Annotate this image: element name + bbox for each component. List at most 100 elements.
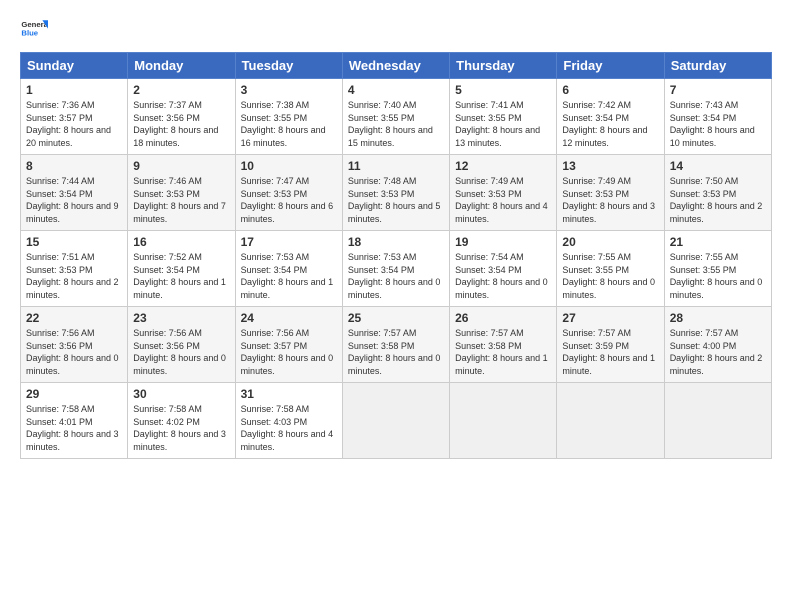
day-number: 28 <box>670 311 766 325</box>
calendar-cell: 8 Sunrise: 7:44 AMSunset: 3:54 PMDaylight… <box>21 155 128 231</box>
day-number: 18 <box>348 235 444 249</box>
day-number: 16 <box>133 235 229 249</box>
day-number: 1 <box>26 83 122 97</box>
calendar-cell: 5 Sunrise: 7:41 AMSunset: 3:55 PMDaylight… <box>450 79 557 155</box>
calendar-cell: 9 Sunrise: 7:46 AMSunset: 3:53 PMDaylight… <box>128 155 235 231</box>
day-info: Sunrise: 7:56 AMSunset: 3:57 PMDaylight:… <box>241 327 337 377</box>
weekday-header-saturday: Saturday <box>664 53 771 79</box>
day-info: Sunrise: 7:58 AMSunset: 4:02 PMDaylight:… <box>133 403 229 453</box>
calendar-cell: 28 Sunrise: 7:57 AMSunset: 4:00 PMDayligh… <box>664 307 771 383</box>
day-info: Sunrise: 7:42 AMSunset: 3:54 PMDaylight:… <box>562 99 658 149</box>
day-info: Sunrise: 7:52 AMSunset: 3:54 PMDaylight:… <box>133 251 229 301</box>
day-number: 31 <box>241 387 337 401</box>
weekday-header-thursday: Thursday <box>450 53 557 79</box>
calendar-cell: 1 Sunrise: 7:36 AMSunset: 3:57 PMDaylight… <box>21 79 128 155</box>
day-info: Sunrise: 7:57 AMSunset: 3:58 PMDaylight:… <box>455 327 551 377</box>
weekday-header-friday: Friday <box>557 53 664 79</box>
logo-icon: GeneralBlue <box>20 16 48 44</box>
day-info: Sunrise: 7:58 AMSunset: 4:01 PMDaylight:… <box>26 403 122 453</box>
calendar-cell: 11 Sunrise: 7:48 AMSunset: 3:53 PMDayligh… <box>342 155 449 231</box>
svg-text:Blue: Blue <box>21 29 38 38</box>
day-info: Sunrise: 7:40 AMSunset: 3:55 PMDaylight:… <box>348 99 444 149</box>
day-info: Sunrise: 7:44 AMSunset: 3:54 PMDaylight:… <box>26 175 122 225</box>
calendar-cell: 19 Sunrise: 7:54 AMSunset: 3:54 PMDayligh… <box>450 231 557 307</box>
calendar-cell: 10 Sunrise: 7:47 AMSunset: 3:53 PMDayligh… <box>235 155 342 231</box>
calendar-cell: 29 Sunrise: 7:58 AMSunset: 4:01 PMDayligh… <box>21 383 128 459</box>
calendar-cell: 27Sunrise: 7:57 AMSunset: 3:59 PMDayligh… <box>557 307 664 383</box>
calendar-cell: 21 Sunrise: 7:55 AMSunset: 3:55 PMDayligh… <box>664 231 771 307</box>
calendar-cell: 23 Sunrise: 7:56 AMSunset: 3:56 PMDayligh… <box>128 307 235 383</box>
calendar-cell <box>557 383 664 459</box>
calendar-cell <box>664 383 771 459</box>
day-info: Sunrise: 7:46 AMSunset: 3:53 PMDaylight:… <box>133 175 229 225</box>
day-info: Sunrise: 7:57 AMSunset: 4:00 PMDaylight:… <box>670 327 766 377</box>
calendar-cell <box>450 383 557 459</box>
day-info: Sunrise: 7:55 AMSunset: 3:55 PMDaylight:… <box>670 251 766 301</box>
day-number: 19 <box>455 235 551 249</box>
calendar-cell: 4 Sunrise: 7:40 AMSunset: 3:55 PMDaylight… <box>342 79 449 155</box>
calendar-cell: 26 Sunrise: 7:57 AMSunset: 3:58 PMDayligh… <box>450 307 557 383</box>
day-info: Sunrise: 7:51 AMSunset: 3:53 PMDaylight:… <box>26 251 122 301</box>
day-number: 2 <box>133 83 229 97</box>
day-number: 20 <box>562 235 658 249</box>
day-info: Sunrise: 7:49 AMSunset: 3:53 PMDaylight:… <box>455 175 551 225</box>
day-info: Sunrise: 7:36 AMSunset: 3:57 PMDaylight:… <box>26 99 122 149</box>
day-number: 4 <box>348 83 444 97</box>
day-info: Sunrise: 7:56 AMSunset: 3:56 PMDaylight:… <box>26 327 122 377</box>
calendar-week-2: 8 Sunrise: 7:44 AMSunset: 3:54 PMDaylight… <box>21 155 772 231</box>
day-info: Sunrise: 7:53 AMSunset: 3:54 PMDaylight:… <box>348 251 444 301</box>
day-number: 5 <box>455 83 551 97</box>
calendar-cell: 13 Sunrise: 7:49 AMSunset: 3:53 PMDayligh… <box>557 155 664 231</box>
day-info: Sunrise: 7:55 AMSunset: 3:55 PMDaylight:… <box>562 251 658 301</box>
calendar-cell: 15 Sunrise: 7:51 AMSunset: 3:53 PMDayligh… <box>21 231 128 307</box>
day-number: 29 <box>26 387 122 401</box>
header: GeneralBlue <box>20 16 772 44</box>
day-number: 8 <box>26 159 122 173</box>
logo: GeneralBlue <box>20 16 48 44</box>
day-number: 14 <box>670 159 766 173</box>
calendar-cell: 17Sunrise: 7:53 AMSunset: 3:54 PMDayligh… <box>235 231 342 307</box>
day-number: 23 <box>133 311 229 325</box>
day-info: Sunrise: 7:47 AMSunset: 3:53 PMDaylight:… <box>241 175 337 225</box>
calendar-week-5: 29 Sunrise: 7:58 AMSunset: 4:01 PMDayligh… <box>21 383 772 459</box>
day-number: 10 <box>241 159 337 173</box>
day-number: 26 <box>455 311 551 325</box>
calendar-cell: 6 Sunrise: 7:42 AMSunset: 3:54 PMDaylight… <box>557 79 664 155</box>
weekday-header-monday: Monday <box>128 53 235 79</box>
calendar-cell: 2Sunrise: 7:37 AMSunset: 3:56 PMDaylight… <box>128 79 235 155</box>
day-number: 11 <box>348 159 444 173</box>
calendar-week-1: 1 Sunrise: 7:36 AMSunset: 3:57 PMDaylight… <box>21 79 772 155</box>
calendar-cell: 20 Sunrise: 7:55 AMSunset: 3:55 PMDayligh… <box>557 231 664 307</box>
calendar-cell <box>342 383 449 459</box>
day-number: 3 <box>241 83 337 97</box>
calendar-cell: 30 Sunrise: 7:58 AMSunset: 4:02 PMDayligh… <box>128 383 235 459</box>
weekday-header-row: SundayMondayTuesdayWednesdayThursdayFrid… <box>21 53 772 79</box>
day-info: Sunrise: 7:56 AMSunset: 3:56 PMDaylight:… <box>133 327 229 377</box>
day-number: 9 <box>133 159 229 173</box>
day-number: 7 <box>670 83 766 97</box>
day-info: Sunrise: 7:41 AMSunset: 3:55 PMDaylight:… <box>455 99 551 149</box>
day-info: Sunrise: 7:48 AMSunset: 3:53 PMDaylight:… <box>348 175 444 225</box>
day-info: Sunrise: 7:43 AMSunset: 3:54 PMDaylight:… <box>670 99 766 149</box>
calendar-week-4: 22 Sunrise: 7:56 AMSunset: 3:56 PMDayligh… <box>21 307 772 383</box>
day-info: Sunrise: 7:57 AMSunset: 3:58 PMDaylight:… <box>348 327 444 377</box>
weekday-header-wednesday: Wednesday <box>342 53 449 79</box>
day-info: Sunrise: 7:38 AMSunset: 3:55 PMDaylight:… <box>241 99 337 149</box>
day-info: Sunrise: 7:54 AMSunset: 3:54 PMDaylight:… <box>455 251 551 301</box>
day-number: 22 <box>26 311 122 325</box>
day-info: Sunrise: 7:57 AMSunset: 3:59 PMDaylight:… <box>562 327 658 377</box>
day-number: 15 <box>26 235 122 249</box>
calendar-cell: 18 Sunrise: 7:53 AMSunset: 3:54 PMDayligh… <box>342 231 449 307</box>
day-number: 13 <box>562 159 658 173</box>
day-number: 25 <box>348 311 444 325</box>
day-info: Sunrise: 7:49 AMSunset: 3:53 PMDaylight:… <box>562 175 658 225</box>
calendar-cell: 7 Sunrise: 7:43 AMSunset: 3:54 PMDaylight… <box>664 79 771 155</box>
day-number: 24 <box>241 311 337 325</box>
day-info: Sunrise: 7:50 AMSunset: 3:53 PMDaylight:… <box>670 175 766 225</box>
calendar-cell: 16 Sunrise: 7:52 AMSunset: 3:54 PMDayligh… <box>128 231 235 307</box>
day-info: Sunrise: 7:58 AMSunset: 4:03 PMDaylight:… <box>241 403 337 453</box>
day-number: 30 <box>133 387 229 401</box>
day-number: 6 <box>562 83 658 97</box>
day-number: 21 <box>670 235 766 249</box>
calendar-cell: 25 Sunrise: 7:57 AMSunset: 3:58 PMDayligh… <box>342 307 449 383</box>
